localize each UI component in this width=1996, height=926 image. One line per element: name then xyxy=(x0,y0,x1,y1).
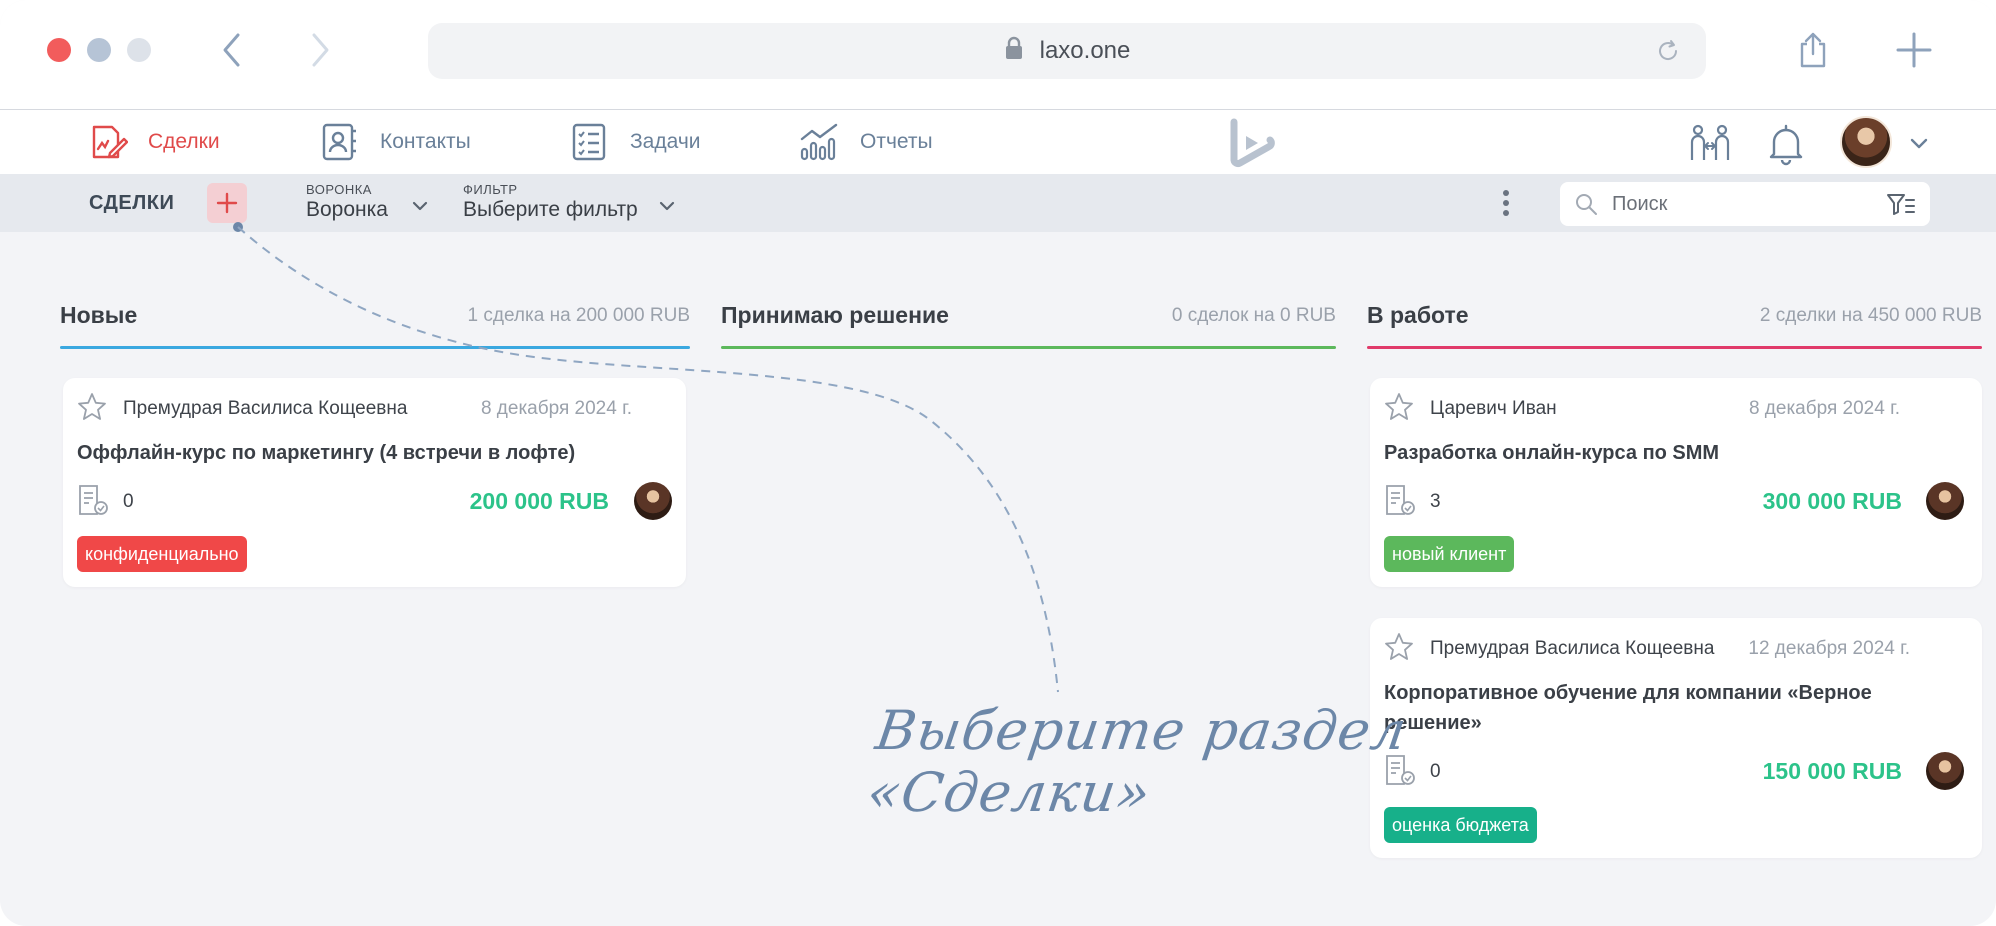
team-icon[interactable] xyxy=(1688,122,1732,166)
deal-owner: Царевич Иван xyxy=(1430,398,1557,419)
annotation-line-2: «Сделки» xyxy=(863,761,1156,824)
chevron-down-icon[interactable] xyxy=(1908,132,1930,154)
deal-amount: 200 000 RUB xyxy=(469,488,609,514)
star-icon[interactable] xyxy=(1384,632,1414,662)
tasks-doc-icon xyxy=(1384,484,1416,516)
app-navigation: Сделки Контакты Задачи Отчеты xyxy=(0,110,1996,174)
more-options-icon[interactable] xyxy=(1494,188,1518,218)
filter-icon[interactable] xyxy=(1886,192,1916,216)
nav-item-reports[interactable]: Отчеты xyxy=(798,122,933,162)
responsible-avatar[interactable] xyxy=(1926,482,1964,520)
column-header-new: Новые 1 сделка на 200 000 RUB xyxy=(60,298,690,349)
deal-date: 12 декабря 2024 г. xyxy=(1748,638,1910,659)
deal-amount: 150 000 RUB xyxy=(1762,758,1902,784)
nav-item-label: Задачи xyxy=(630,130,701,153)
nav-item-deals[interactable]: Сделки xyxy=(86,122,220,162)
funnel-label: ВОРОНКА xyxy=(306,182,372,197)
column-divider xyxy=(721,346,1336,349)
deal-card[interactable]: Царевич Иван 8 декабря 2024 г. Разработк… xyxy=(1370,378,1982,587)
add-deal-button[interactable] xyxy=(207,183,247,223)
filter-select[interactable]: ФИЛЬТР Выберите фильтр xyxy=(463,182,683,222)
nav-item-contacts[interactable]: Контакты xyxy=(318,122,471,162)
deal-date: 8 декабря 2024 г. xyxy=(1748,398,1900,419)
nav-item-label: Отчеты xyxy=(860,130,933,153)
annotation-hint: Выберите раздел «Сделки» xyxy=(863,699,1411,824)
column-header-in-progress: В работе 2 сделки на 450 000 RUB xyxy=(1367,298,1982,349)
column-header-deciding: Принимаю решение 0 сделок на 0 RUB xyxy=(721,298,1336,349)
column-divider xyxy=(1367,346,1982,349)
forward-icon[interactable] xyxy=(300,30,340,70)
window-close-button[interactable] xyxy=(47,38,71,62)
bell-icon[interactable] xyxy=(1764,122,1808,166)
app-frame: laxo.one Сделки Контакты Задачи Отчеты С… xyxy=(0,0,1996,926)
deals-toolbar: СДЕЛКИ ВОРОНКА Воронка ФИЛЬТР Выберите ф… xyxy=(0,174,1996,232)
deal-task-count: 0 xyxy=(1430,761,1441,782)
deal-owner: Премудрая Василиса Кощеевна xyxy=(123,398,408,419)
search-icon xyxy=(1574,192,1598,216)
lock-icon xyxy=(1004,36,1024,67)
new-tab-icon[interactable] xyxy=(1896,32,1932,68)
column-summary: 0 сделок на 0 RUB xyxy=(1171,305,1336,326)
deal-amount: 300 000 RUB xyxy=(1762,488,1902,514)
url-text: laxo.one xyxy=(1039,37,1131,64)
deal-tag[interactable]: новый клиент xyxy=(1384,536,1515,572)
window-maximize-button[interactable] xyxy=(127,38,151,62)
deal-card[interactable]: Премудрая Василиса Кощеевна 12 декабря 2… xyxy=(1370,618,1982,858)
address-bar[interactable]: laxo.one xyxy=(428,23,1706,79)
column-name: Принимаю решение xyxy=(721,302,949,328)
deal-title[interactable]: Оффлайн-курс по маркетингу (4 встречи в … xyxy=(77,438,637,468)
back-icon[interactable] xyxy=(212,30,252,70)
star-icon[interactable] xyxy=(1384,392,1414,422)
column-summary: 1 сделка на 200 000 RUB xyxy=(467,305,690,326)
column-divider xyxy=(60,346,690,349)
search-input[interactable] xyxy=(1612,188,1862,220)
nav-item-label: Контакты xyxy=(380,130,471,153)
deals-icon xyxy=(92,125,128,159)
tasks-doc-icon xyxy=(77,484,109,516)
star-icon[interactable] xyxy=(77,392,107,422)
column-summary: 2 сделки на 450 000 RUB xyxy=(1759,305,1982,326)
deal-owner: Премудрая Василиса Кощеевна xyxy=(1430,638,1715,659)
contacts-icon xyxy=(322,123,356,161)
chevron-down-icon xyxy=(657,196,677,216)
funnel-select[interactable]: ВОРОНКА Воронка xyxy=(306,182,436,222)
deal-task-count: 3 xyxy=(1430,491,1441,512)
deal-card[interactable]: Премудрая Василиса Кощеевна 8 декабря 20… xyxy=(63,378,686,587)
search-box xyxy=(1560,182,1930,226)
app-logo-icon[interactable] xyxy=(1228,118,1276,168)
deal-task-count: 0 xyxy=(123,491,134,512)
reload-icon[interactable] xyxy=(1654,37,1682,65)
deal-tag[interactable]: конфиденциально xyxy=(77,536,247,572)
annotation-line-1: Выберите раздел xyxy=(872,699,1411,762)
reports-icon xyxy=(800,123,838,161)
plus-icon xyxy=(216,192,238,214)
deal-title[interactable]: Разработка онлайн-курса по SMM xyxy=(1384,438,1944,468)
filter-value: Выберите фильтр xyxy=(463,198,638,221)
deal-title[interactable]: Корпоративное обучение для компании «Вер… xyxy=(1384,678,1944,738)
column-name: В работе xyxy=(1367,302,1469,328)
filter-label: ФИЛЬТР xyxy=(463,182,518,197)
deal-date: 8 декабря 2024 г. xyxy=(480,398,632,419)
chevron-down-icon xyxy=(410,196,430,216)
deal-tag[interactable]: оценка бюджета xyxy=(1384,807,1537,843)
nav-item-tasks[interactable]: Задачи xyxy=(568,122,701,162)
responsible-avatar[interactable] xyxy=(1926,752,1964,790)
user-avatar[interactable] xyxy=(1840,116,1892,168)
browser-chrome: laxo.one xyxy=(0,0,1996,110)
tasks-icon xyxy=(572,123,606,161)
share-icon[interactable] xyxy=(1796,32,1830,68)
column-name: Новые xyxy=(60,302,138,328)
responsible-avatar[interactable] xyxy=(634,482,672,520)
page-title: СДЕЛКИ xyxy=(89,192,175,214)
nav-item-label: Сделки xyxy=(148,130,220,153)
window-minimize-button[interactable] xyxy=(87,38,111,62)
